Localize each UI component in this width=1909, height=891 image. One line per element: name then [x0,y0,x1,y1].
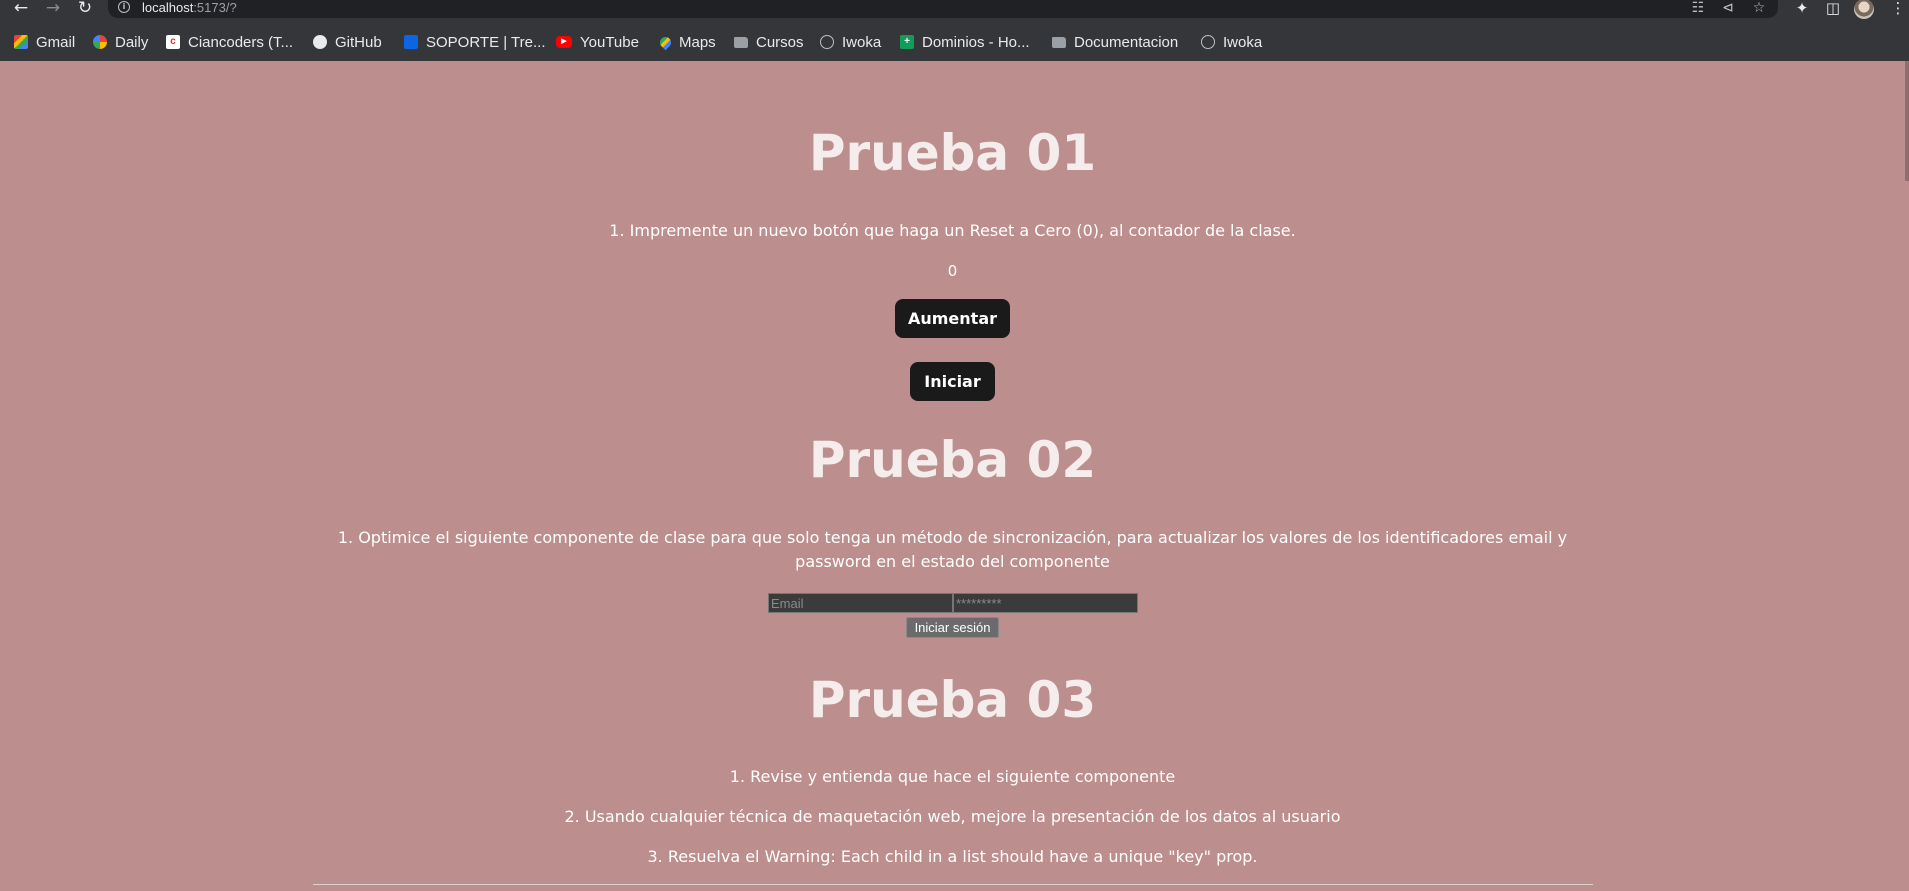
bookmark-label: GitHub [335,33,382,51]
section-divider [313,884,1593,885]
trello-icon [404,35,418,49]
globe-icon [820,35,834,49]
bookmark-github[interactable]: GitHub [313,30,382,54]
youtube-icon: ▶ [556,36,572,48]
profile-avatar[interactable] [1854,0,1874,19]
bookmark-daily[interactable]: Daily [93,30,148,54]
bookmark-label: Cursos [756,33,804,51]
url-text[interactable]: localhost:5173/? [142,0,237,16]
bookmark-label: Gmail [36,33,76,51]
bookmark-soporte[interactable]: SOPORTE | Tre... [404,30,545,54]
prueba03-item-3: 3. Resuelva el Warning: Each child in a … [647,847,1258,866]
bookmark-iwoka[interactable]: Iwoka [820,30,881,54]
github-icon [313,35,327,49]
ciancoders-icon: c [166,35,180,49]
bookmark-label: YouTube [580,33,639,51]
login-button[interactable]: Iniciar sesión [906,617,999,638]
bookmark-documentacion[interactable]: Documentacion [1052,30,1178,54]
maps-icon [657,34,674,50]
email-input[interactable] [768,593,953,613]
sheets-icon: + [900,35,914,49]
prueba03-title: Prueba 03 [808,671,1097,729]
bookmark-ciancoders[interactable]: c Ciancoders (T... [166,30,293,54]
back-arrow-icon[interactable]: ← [10,0,32,18]
address-bar[interactable]: i localhost:5173/? ☷ ⊲ ☆ [108,0,1778,18]
more-menu-icon[interactable]: ⋮ [1887,0,1909,18]
bookmark-label: Iwoka [842,33,882,51]
bookmark-cursos[interactable]: Cursos [734,30,804,54]
prueba02-instruction: 1. Optimice el siguiente componente de c… [337,528,1568,571]
prueba03-item-1: 1. Revise y entienda que hace el siguien… [729,767,1176,786]
bookmark-label: Iwoka [1223,33,1263,51]
daily-icon [93,35,107,49]
prueba02-title: Prueba 02 [808,431,1097,489]
bookmark-youtube[interactable]: ▶ YouTube [556,30,639,54]
reload-icon[interactable]: ↻ [74,0,96,18]
bookmark-gmail[interactable]: Gmail [14,30,75,54]
url-host: localhost [142,0,194,15]
address-row: ← → ↻ i localhost:5173/? ☷ ⊲ ☆ ✦ ◫ ⋮ [0,0,1909,19]
bookmark-star-icon[interactable]: ☆ [1749,0,1769,18]
start-button[interactable]: Iniciar [910,362,995,401]
counter-value: 0 [947,262,958,280]
bookmark-label: Documentacion [1074,33,1179,51]
folder-icon [734,36,748,48]
prueba03-item-2: 2. Usando cualquier técnica de maquetaci… [564,807,1341,826]
bookmark-label: Maps [679,33,716,51]
folder-icon [1052,36,1066,48]
bookmark-maps[interactable]: Maps [657,30,716,54]
extensions-puzzle-icon[interactable]: ✦ [1791,0,1813,18]
share-icon[interactable]: ⊲ [1718,0,1738,18]
password-input[interactable] [953,593,1138,613]
bookmark-label: Dominios - Ho... [922,33,1030,51]
side-panel-icon[interactable]: ◫ [1822,0,1844,18]
increment-button[interactable]: Aumentar [895,299,1010,338]
browser-toolbar: ← → ↻ i localhost:5173/? ☷ ⊲ ☆ ✦ ◫ ⋮ Gma… [0,0,1909,61]
prueba01-instruction: 1. Impremente un nuevo botón que haga un… [609,221,1296,240]
translate-icon[interactable]: ☷ [1688,0,1708,18]
globe-icon [1201,35,1215,49]
bookmark-label: Daily [115,33,149,51]
bookmarks-bar: Gmail Daily c Ciancoders (T... GitHub SO… [0,30,1909,56]
gmail-icon [14,35,28,49]
bookmark-dominios[interactable]: + Dominios - Ho... [900,30,1030,54]
prueba01-title: Prueba 01 [808,124,1097,182]
url-path: :5173/? [193,0,237,15]
bookmark-label: SOPORTE | Tre... [426,33,546,51]
forward-arrow-icon[interactable]: → [42,0,64,18]
site-info-icon[interactable]: i [118,1,130,13]
bookmark-iwoka-2[interactable]: Iwoka [1201,30,1262,54]
bookmark-label: Ciancoders (T... [188,33,294,51]
page-content: Prueba 01 1. Impremente un nuevo botón q… [0,61,1909,891]
